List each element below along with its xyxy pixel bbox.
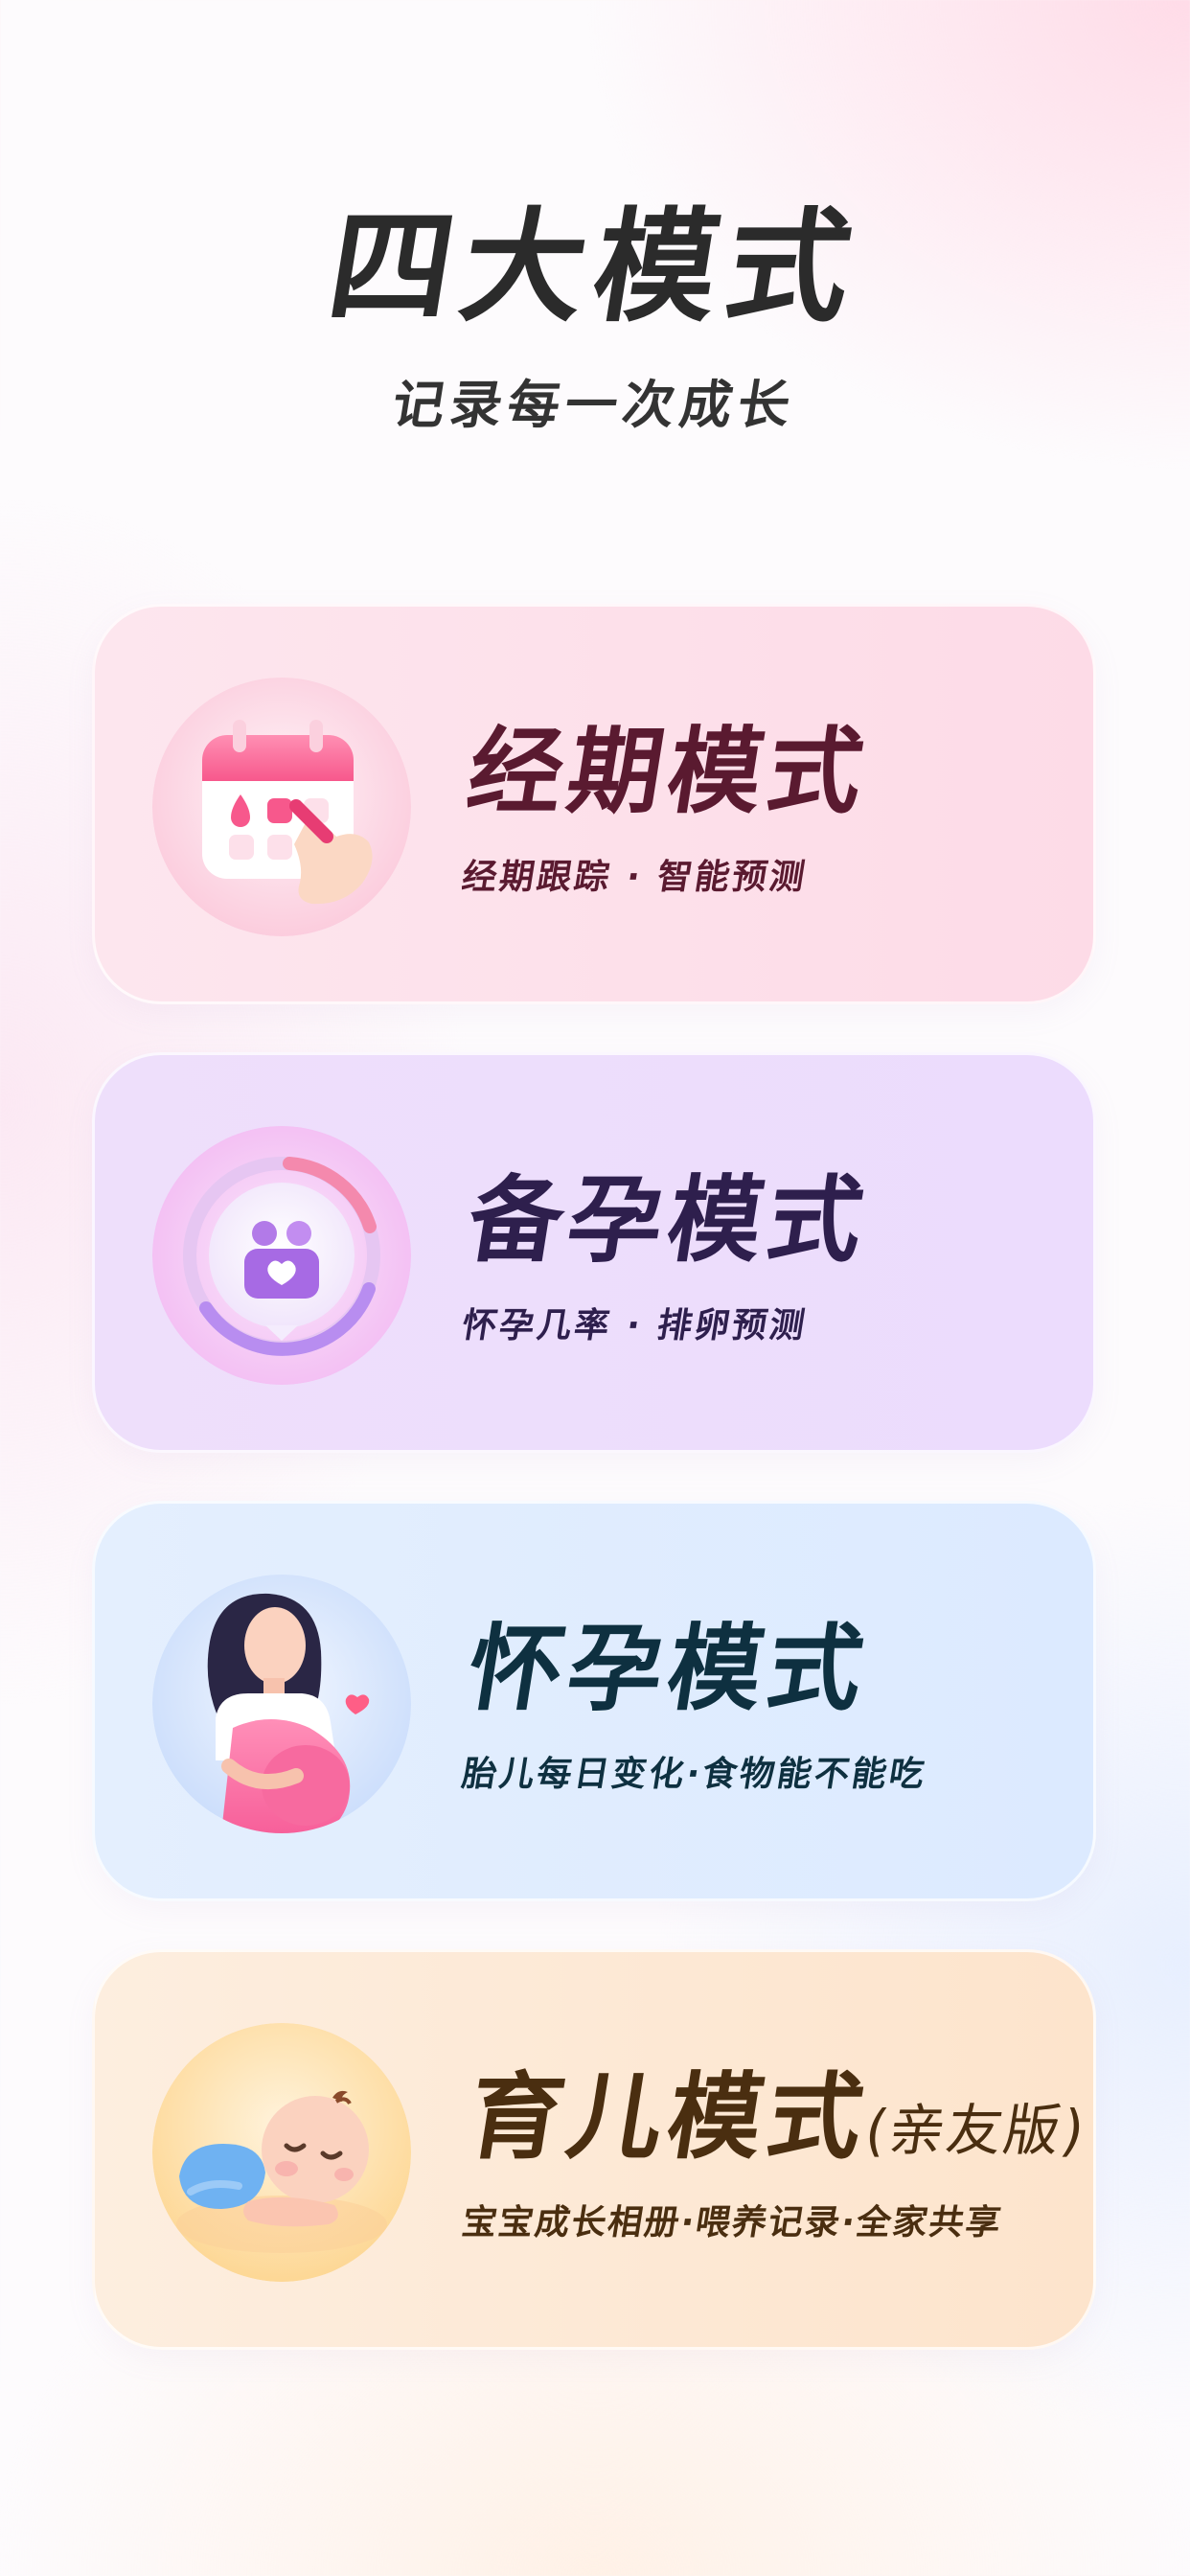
mode-description: 经期跟踪 · 智能预测 <box>459 858 811 897</box>
mode-title: 怀孕模式 <box>460 1615 877 1724</box>
mode-title: 育儿模式(亲友版) <box>460 2063 1091 2173</box>
mode-description: 怀孕几率 · 排卵预测 <box>459 1306 811 1346</box>
ovulation-ring-icon <box>152 1126 411 1385</box>
sleeping-baby-icon <box>152 2023 411 2282</box>
mode-title: 经期模式 <box>460 718 877 827</box>
page-title: 四大模式 <box>319 196 871 339</box>
page-header: 四大模式 记录每一次成长 <box>0 192 1190 438</box>
page-subtitle: 记录每一次成长 <box>388 375 801 435</box>
calendar-icon <box>152 678 411 936</box>
mode-card-period[interactable]: 经期模式 经期跟踪 · 智能预测 <box>92 604 1096 1004</box>
pregnant-woman-icon <box>152 1575 411 1833</box>
mode-card-preparation[interactable]: 备孕模式 怀孕几率 · 排卵预测 <box>92 1052 1096 1453</box>
mode-title-suffix: (亲友版) <box>860 2098 1091 2163</box>
mode-card-parenting[interactable]: 育儿模式(亲友版) 宝宝成长相册·喂养记录·全家共享 <box>92 1949 1096 2350</box>
mode-title: 备孕模式 <box>460 1166 877 1276</box>
mode-card-pregnancy[interactable]: 怀孕模式 胎儿每日变化·食物能不能吃 <box>92 1501 1096 1901</box>
mode-description: 宝宝成长相册·喂养记录·全家共享 <box>459 2203 1006 2242</box>
mode-description: 胎儿每日变化·食物能不能吃 <box>459 1755 930 1794</box>
